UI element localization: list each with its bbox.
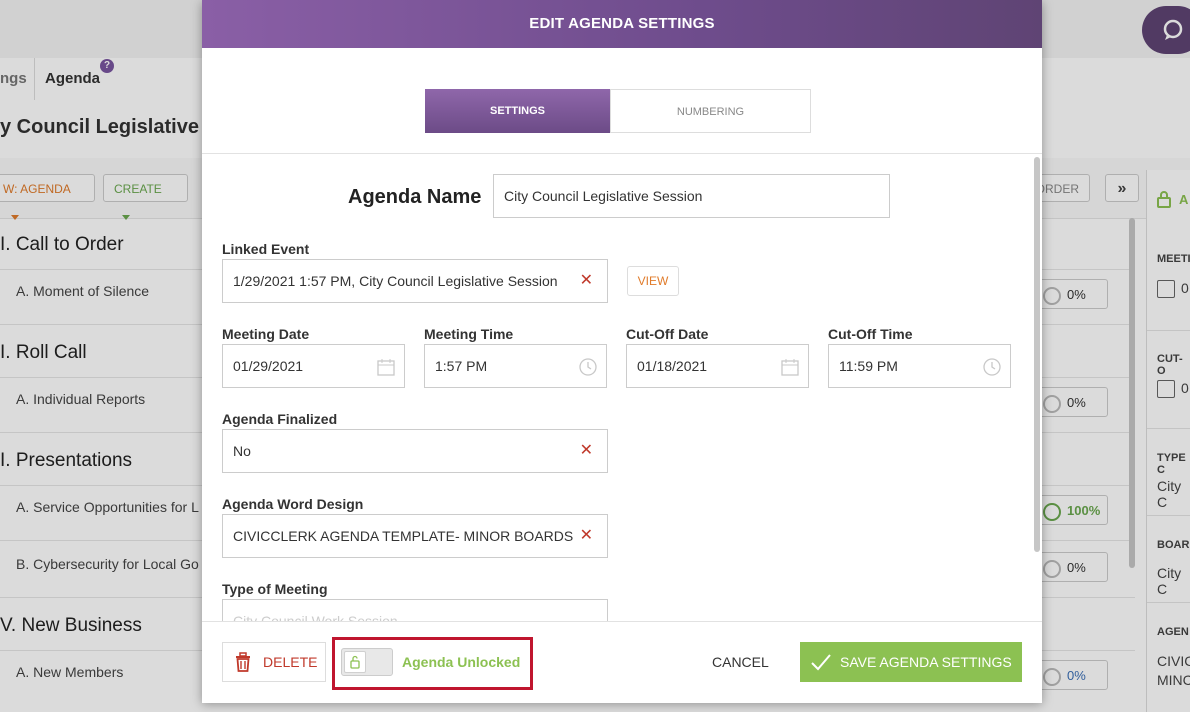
- linked-event-label: Linked Event: [222, 241, 310, 257]
- clock-icon[interactable]: [578, 357, 598, 377]
- meeting-time-label: Meeting Time: [424, 326, 514, 342]
- cutoff-date-value: 01/18/2021: [637, 358, 708, 374]
- dialog-footer: DELETE Agenda Unlocked CANCEL SAVE AGEND…: [202, 621, 1042, 703]
- cancel-button[interactable]: CANCEL: [712, 654, 769, 670]
- agenda-finalized-value: No: [233, 443, 251, 459]
- highlight-annotation-box: [332, 637, 533, 690]
- calendar-icon[interactable]: [780, 357, 800, 377]
- word-design-value: CIVICCLERK AGENDA TEMPLATE- MINOR BOARDS: [233, 528, 574, 544]
- delete-button[interactable]: DELETE: [222, 642, 326, 682]
- agenda-name-label: Agenda Name: [348, 186, 482, 208]
- cutoff-date-label: Cut-Off Date: [626, 326, 709, 342]
- meeting-time-input[interactable]: 1:57 PM: [424, 344, 607, 388]
- word-design-label: Agenda Word Design: [222, 496, 364, 512]
- trash-icon: [236, 652, 250, 672]
- type-of-meeting-select[interactable]: City Council Work Session: [222, 599, 608, 621]
- type-of-meeting-label: Type of Meeting: [222, 581, 328, 597]
- tab-settings[interactable]: SETTINGS: [425, 89, 610, 133]
- meeting-date-input[interactable]: 01/29/2021: [222, 344, 405, 388]
- tabs-divider: [202, 153, 1042, 154]
- save-label: SAVE AGENDA SETTINGS: [840, 654, 1012, 670]
- view-event-button[interactable]: VIEW: [627, 266, 679, 296]
- linked-event-field[interactable]: 1/29/2021 1:57 PM, City Council Legislat…: [222, 259, 608, 303]
- cutoff-time-label: Cut-Off Time: [828, 326, 913, 342]
- clear-word-design-icon[interactable]: ✕: [575, 515, 593, 557]
- cutoff-time-input[interactable]: 11:59 PM: [828, 344, 1011, 388]
- meeting-time-value: 1:57 PM: [435, 358, 488, 374]
- agenda-finalized-label: Agenda Finalized: [222, 411, 338, 427]
- agenda-name-input[interactable]: City Council Legislative Session: [493, 174, 890, 218]
- clear-linked-event-icon[interactable]: ✕: [580, 260, 593, 302]
- tab-numbering[interactable]: NUMBERING: [610, 89, 811, 133]
- agenda-finalized-select[interactable]: No ✕: [222, 429, 608, 473]
- dialog-title: EDIT AGENDA SETTINGS: [202, 0, 1042, 48]
- checkmark-icon: [811, 654, 831, 671]
- type-of-meeting-value: City Council Work Session: [233, 613, 398, 621]
- linked-event-value: 1/29/2021 1:57 PM, City Council Legislat…: [233, 273, 558, 289]
- clock-icon[interactable]: [982, 357, 1002, 377]
- cutoff-time-value: 11:59 PM: [839, 358, 898, 374]
- cutoff-date-input[interactable]: 01/18/2021: [626, 344, 809, 388]
- calendar-icon[interactable]: [376, 357, 396, 377]
- meeting-date-label: Meeting Date: [222, 326, 310, 342]
- edit-agenda-settings-dialog: EDIT AGENDA SETTINGS SETTINGS NUMBERING …: [202, 0, 1042, 703]
- word-design-select[interactable]: CIVICCLERK AGENDA TEMPLATE- MINOR BOARDS…: [222, 514, 608, 558]
- meeting-date-value: 01/29/2021: [233, 358, 304, 374]
- clear-finalized-icon[interactable]: ✕: [580, 430, 593, 472]
- dialog-scrollbar[interactable]: [1034, 157, 1040, 552]
- delete-label: DELETE: [263, 654, 318, 670]
- save-agenda-settings-button[interactable]: SAVE AGENDA SETTINGS: [800, 642, 1022, 682]
